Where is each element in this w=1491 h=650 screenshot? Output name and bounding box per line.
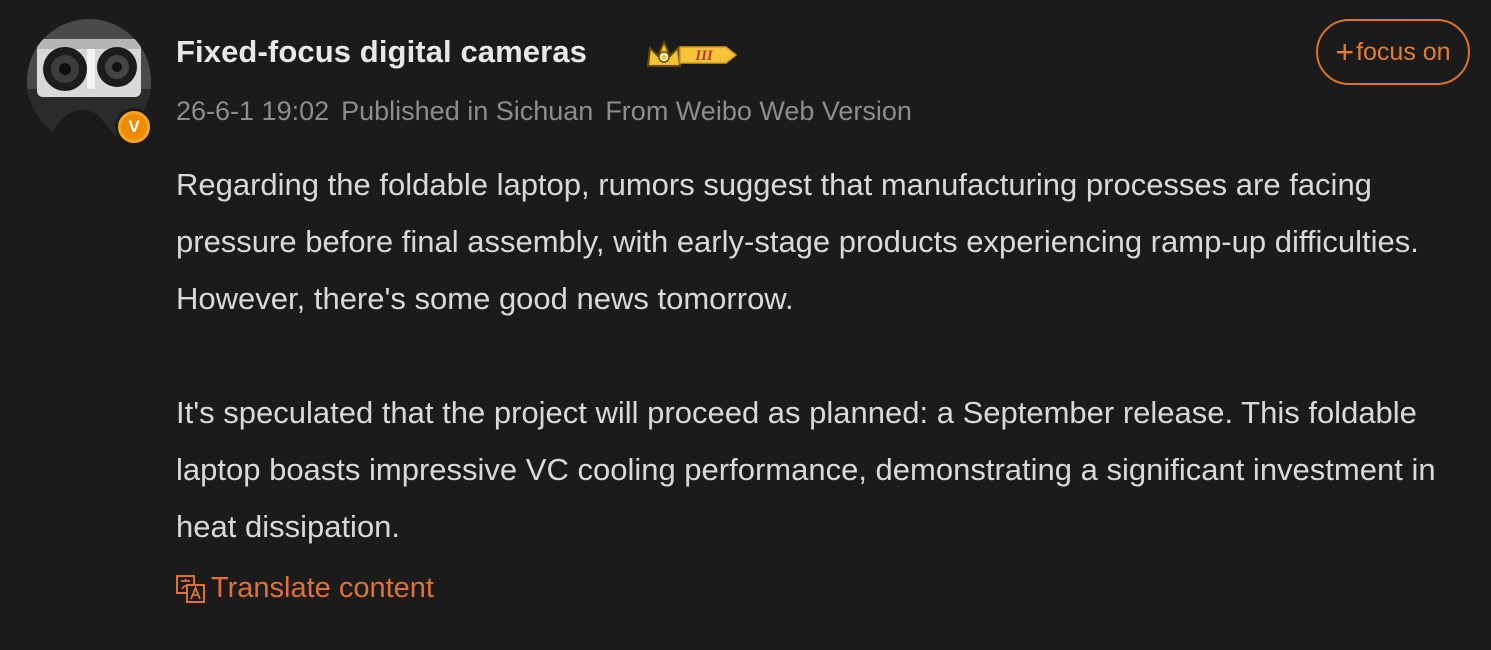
- translate-icon: [176, 574, 205, 603]
- post-meta: 26-6-1 19:02 Published in Sichuan From Wei…: [176, 96, 924, 127]
- source: From Weibo Web Version: [605, 96, 912, 126]
- username[interactable]: Fixed-focus digital cameras: [176, 34, 587, 70]
- weibo-post: V Fixed-focus digital cameras III 26-6-1…: [0, 0, 1491, 650]
- follow-button-label: focus on: [1356, 37, 1451, 66]
- timestamp[interactable]: 26-6-1 19:02: [176, 96, 329, 126]
- content-paragraph-1: Regarding the foldable laptop, rumors su…: [176, 167, 1419, 316]
- content-paragraph-2: It's speculated that the project will pr…: [176, 395, 1436, 544]
- plus-icon: +: [1335, 34, 1355, 70]
- post-content: Regarding the foldable laptop, rumors su…: [176, 156, 1471, 555]
- verified-mark: V: [121, 114, 147, 140]
- verified-badge-icon: V: [115, 108, 153, 146]
- follow-button[interactable]: + focus on: [1316, 19, 1470, 85]
- rank-level-text: III: [694, 48, 714, 64]
- location: Published in Sichuan: [341, 96, 594, 126]
- translate-label: Translate content: [211, 572, 434, 604]
- crown-rank-icon[interactable]: III: [646, 38, 738, 72]
- translate-button[interactable]: Translate content: [175, 572, 434, 605]
